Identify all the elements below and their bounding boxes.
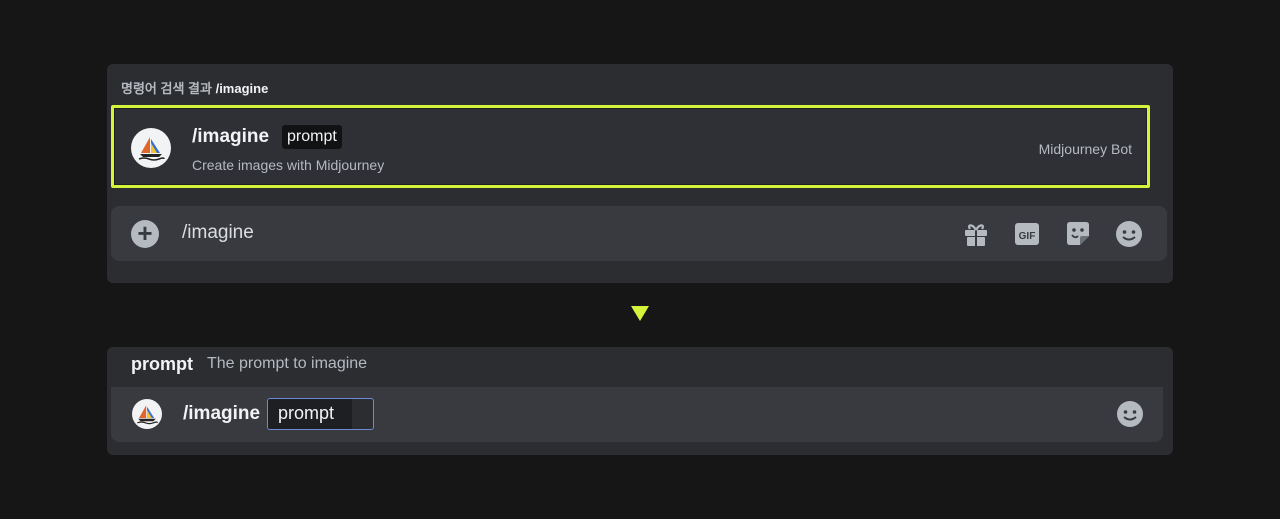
bot-name: Midjourney Bot: [1038, 141, 1132, 157]
command-result-imagine[interactable]: /imagine prompt Create images with Midjo…: [111, 105, 1150, 188]
option-description: The prompt to imagine: [207, 355, 368, 372]
command-name: /imagine: [192, 126, 270, 147]
gift-icon[interactable]: [961, 219, 991, 249]
option-chip: prompt: [282, 125, 342, 149]
gif-icon[interactable]: GIF: [1012, 219, 1042, 249]
search-header-prefix: 명령어 검색 결과: [121, 81, 212, 96]
down-arrow-icon: [631, 306, 649, 321]
option-panel: prompt The prompt to imagine /imagine pr…: [107, 347, 1173, 455]
prompt-option-field[interactable]: prompt: [267, 398, 374, 430]
midjourney-boat-icon: [132, 399, 162, 429]
gif-label: GIF: [1019, 231, 1036, 242]
message-input-bar[interactable]: + /imagine GIF: [111, 206, 1167, 261]
midjourney-boat-icon: [131, 128, 171, 168]
sticker-icon[interactable]: [1063, 219, 1093, 249]
option-name: prompt: [131, 354, 193, 374]
command-search-panel: 명령어 검색 결과 /imagine /imagine prompt Creat…: [107, 64, 1173, 283]
search-header: 명령어 검색 결과 /imagine: [121, 78, 268, 97]
command-inline: /imagine: [183, 403, 261, 424]
plus-icon[interactable]: +: [131, 220, 159, 248]
emoji-icon[interactable]: [1115, 399, 1145, 429]
option-field-value[interactable]: prompt: [278, 403, 334, 424]
message-input-text[interactable]: /imagine: [182, 222, 254, 244]
message-input-bar-with-option[interactable]: /imagine prompt: [111, 387, 1163, 442]
search-header-command: /imagine: [215, 81, 269, 96]
command-description: Create images with Midjourney: [192, 157, 385, 173]
emoji-icon[interactable]: [1114, 219, 1144, 249]
